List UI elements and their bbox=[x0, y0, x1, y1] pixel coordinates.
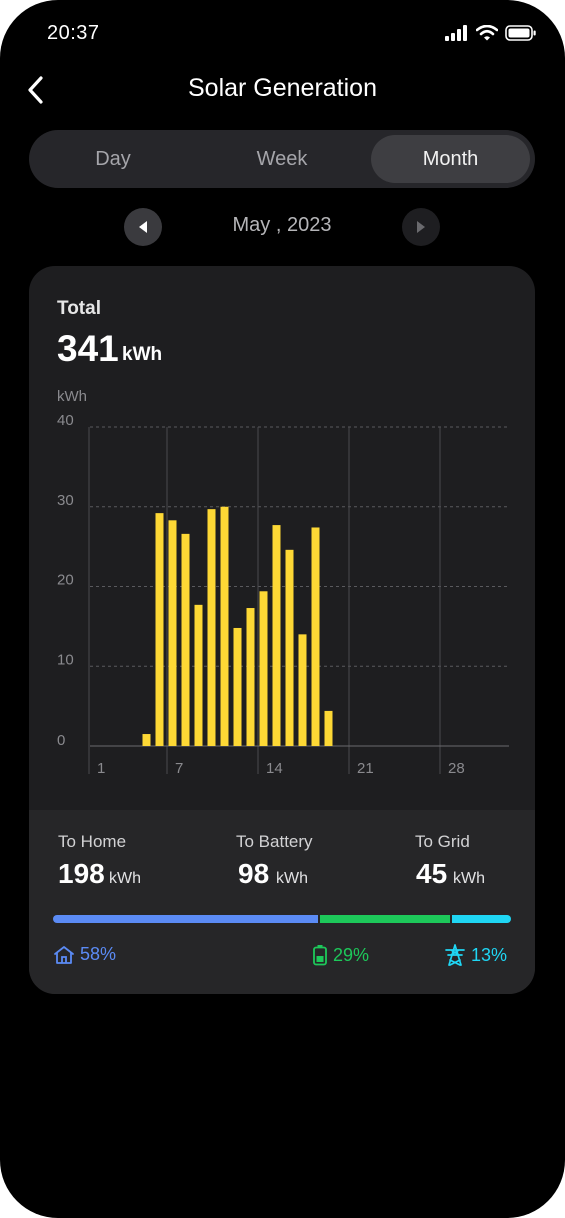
battery-status-icon bbox=[505, 25, 536, 41]
to-grid-unit: kWh bbox=[453, 870, 485, 887]
to-home-unit: kWh bbox=[109, 870, 141, 887]
y-tick-label: 40 bbox=[57, 412, 74, 429]
grid-percent-value: 13% bbox=[471, 944, 508, 965]
to-grid-label: To Grid bbox=[415, 832, 470, 851]
bar-day-5 bbox=[142, 734, 151, 746]
x-tick-label: 14 bbox=[266, 760, 283, 777]
home-share-bar bbox=[53, 915, 318, 923]
next-month-button[interactable] bbox=[402, 208, 440, 246]
x-tick-label: 1 bbox=[97, 760, 105, 777]
x-tick-label: 21 bbox=[357, 760, 374, 777]
current-month-label: May , 2023 bbox=[232, 214, 332, 236]
bar-day-17 bbox=[298, 634, 307, 746]
bar-day-9 bbox=[194, 604, 203, 746]
bar-day-19 bbox=[324, 710, 333, 746]
y-axis-label: kWh bbox=[57, 388, 87, 405]
to-home-label: To Home bbox=[58, 832, 127, 851]
grid-percent: 13% bbox=[444, 944, 507, 966]
home-icon bbox=[54, 945, 74, 964]
battery-percent: 29% bbox=[312, 944, 369, 966]
bar-day-11 bbox=[220, 506, 229, 746]
bar-day-10 bbox=[207, 509, 216, 746]
bar-day-7 bbox=[168, 520, 177, 746]
status-time: 20:37 bbox=[47, 22, 100, 44]
bar-day-14 bbox=[259, 591, 268, 746]
bar-day-13 bbox=[246, 608, 255, 746]
triangle-right-icon bbox=[417, 221, 425, 233]
x-tick-label: 7 bbox=[175, 760, 183, 777]
bar-day-18 bbox=[311, 527, 320, 746]
tab-week[interactable]: Week bbox=[202, 135, 362, 183]
y-tick-label: 30 bbox=[57, 492, 74, 509]
y-tick-label: 0 bbox=[57, 732, 65, 749]
to-home-value: 198 bbox=[58, 858, 105, 889]
triangle-left-icon bbox=[139, 221, 147, 233]
home-percent: 58% bbox=[53, 944, 116, 965]
generation-bar-chart: kWh 0 10 20 30 40 1 7 14 21 28 bbox=[57, 388, 509, 777]
y-tick-label: 20 bbox=[57, 572, 74, 589]
period-tabs: Day Week Month bbox=[29, 130, 535, 188]
to-grid-value: 45 bbox=[416, 858, 448, 889]
wifi-icon bbox=[476, 25, 498, 41]
signal-icon bbox=[445, 25, 467, 41]
tab-month[interactable]: Month bbox=[371, 135, 530, 183]
bar-day-15 bbox=[272, 525, 281, 746]
bar-day-8 bbox=[181, 533, 190, 746]
bar-day-6 bbox=[155, 513, 164, 746]
tab-day[interactable]: Day bbox=[34, 135, 192, 183]
y-tick-label: 10 bbox=[57, 651, 74, 668]
to-battery-value: 98 bbox=[238, 858, 270, 889]
battery-percent-value: 29% bbox=[333, 944, 370, 965]
phone-screen: 20:37 Solar Generation Day Week Month Ma… bbox=[0, 0, 565, 1218]
battery-icon bbox=[313, 945, 327, 966]
power-tower-icon bbox=[445, 944, 465, 966]
status-icons bbox=[445, 25, 537, 41]
to-battery-unit: kWh bbox=[276, 870, 308, 887]
generation-card: Total 341 kWh kWh 0 10 20 30 40 1 7 14 21 28 To Ho… bbox=[29, 266, 535, 994]
home-percent-value: 58% bbox=[80, 944, 117, 964]
to-battery-label: To Battery bbox=[236, 832, 313, 851]
battery-share-bar bbox=[319, 915, 451, 923]
bar-day-12 bbox=[233, 627, 242, 746]
grid-share-bar bbox=[452, 915, 511, 923]
bar-day-16 bbox=[285, 549, 294, 746]
page-title: Solar Generation bbox=[187, 74, 377, 102]
x-tick-label: 28 bbox=[448, 760, 465, 777]
previous-month-button[interactable] bbox=[124, 208, 162, 246]
